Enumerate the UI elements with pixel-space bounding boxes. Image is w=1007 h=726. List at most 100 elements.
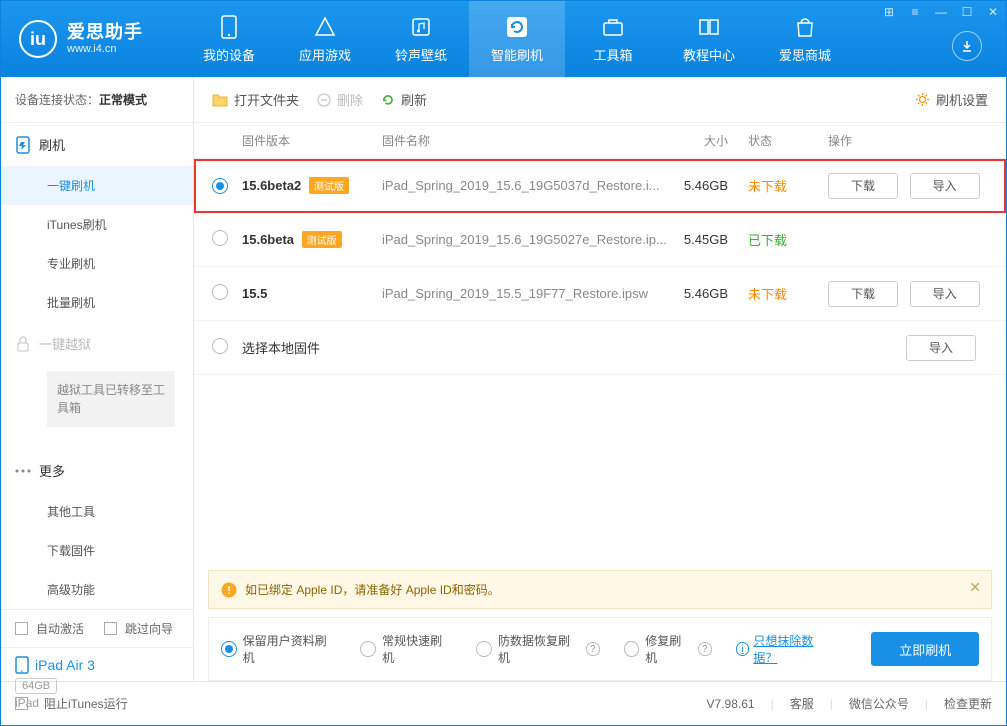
device-storage: 64GB xyxy=(15,678,57,694)
nav-toolbox[interactable]: 工具箱 xyxy=(565,1,661,77)
delete-button[interactable]: 删除 xyxy=(317,90,363,109)
nav-flash[interactable]: 智能刷机 xyxy=(469,1,565,77)
sidebar-section-jailbreak: 一键越狱 xyxy=(1,322,193,365)
header-name: 固件名称 xyxy=(382,132,668,149)
opt-anti-recovery[interactable]: 防数据恢复刷机? xyxy=(476,632,599,666)
sidebar-item-batch-flash[interactable]: 批量刷机 xyxy=(1,283,193,322)
erase-data-link[interactable]: i只想抹除数据？ xyxy=(736,632,836,666)
firmware-row[interactable]: 15.5 iPad_Spring_2019_15.5_19F77_Restore… xyxy=(194,267,1006,321)
window-controls: ⊞ ≡ — ☐ ✕ xyxy=(882,5,1000,19)
firmware-status: 未下载 xyxy=(748,176,828,195)
logo-area: iu 爱思助手 www.i4.cn xyxy=(1,20,161,58)
customer-service[interactable]: 客服 xyxy=(790,695,814,712)
open-folder-button[interactable]: 打开文件夹 xyxy=(212,90,299,109)
close-icon[interactable]: ✕ xyxy=(986,5,1000,19)
help-icon[interactable]: ? xyxy=(698,642,712,656)
app-title: 爱思助手 xyxy=(67,22,143,44)
bag-icon xyxy=(793,15,817,39)
beta-tag: 测试版 xyxy=(302,231,342,248)
block-itunes-label: 阻止iTunes运行 xyxy=(44,695,128,712)
minimize-icon[interactable]: — xyxy=(934,5,948,19)
refresh-icon xyxy=(505,15,529,39)
maximize-icon[interactable]: ☐ xyxy=(960,5,974,19)
firmware-name: iPad_Spring_2019_15.5_19F77_Restore.ipsw xyxy=(382,286,668,301)
sidebar-item-download-firmware[interactable]: 下载固件 xyxy=(1,531,193,570)
firmware-name: iPad_Spring_2019_15.6_19G5037d_Restore.i… xyxy=(382,178,668,193)
sidebar-item-other-tools[interactable]: 其他工具 xyxy=(1,492,193,531)
sidebar-item-pro-flash[interactable]: 专业刷机 xyxy=(1,244,193,283)
import-button[interactable]: 导入 xyxy=(910,173,980,199)
nav-apps[interactable]: 应用游戏 xyxy=(277,1,373,77)
header-version: 固件版本 xyxy=(242,132,382,149)
nav-tutorials[interactable]: 教程中心 xyxy=(661,1,757,77)
nav-my-device[interactable]: 我的设备 xyxy=(181,1,277,77)
local-firmware-row[interactable]: 选择本地固件 导入 xyxy=(194,321,1006,375)
block-itunes-checkbox[interactable] xyxy=(15,697,28,710)
beta-tag: 测试版 xyxy=(309,177,349,194)
check-update[interactable]: 检查更新 xyxy=(944,695,992,712)
row-radio[interactable] xyxy=(212,178,228,194)
row-radio[interactable] xyxy=(212,230,228,246)
header: iu 爱思助手 www.i4.cn 我的设备 应用游戏 铃声壁纸 智能刷机 工具… xyxy=(1,1,1006,77)
refresh-button[interactable]: 刷新 xyxy=(381,90,427,109)
grid-icon[interactable]: ⊞ xyxy=(882,5,896,19)
nav-ringtones[interactable]: 铃声壁纸 xyxy=(373,1,469,77)
skip-guide-checkbox[interactable] xyxy=(104,622,117,635)
logo-icon: iu xyxy=(19,20,57,58)
firmware-size: 5.46GB xyxy=(668,178,748,193)
auto-activate-checkbox[interactable] xyxy=(15,622,28,635)
import-button[interactable]: 导入 xyxy=(910,281,980,307)
lock-icon xyxy=(15,336,31,352)
firmware-row[interactable]: 15.6beta2 测试版 iPad_Spring_2019_15.6_19G5… xyxy=(194,159,1006,213)
main-content: 打开文件夹 删除 刷新 刷机设置 固件版本 固件名称 大小 状态 操作 xyxy=(194,77,1006,681)
sidebar-item-oneclick-flash[interactable]: 一键刷机 xyxy=(1,166,193,205)
apps-icon xyxy=(313,15,337,39)
delete-icon xyxy=(317,93,331,107)
sidebar: 设备连接状态：正常模式 刷机 一键刷机 iTunes刷机 专业刷机 批量刷机 一… xyxy=(1,77,194,681)
notice-close-icon[interactable]: ✕ xyxy=(969,579,981,596)
firmware-row[interactable]: 15.6beta 测试版 iPad_Spring_2019_15.6_19G50… xyxy=(194,213,1006,267)
opt-repair-flash[interactable]: 修复刷机? xyxy=(624,632,712,666)
row-radio[interactable] xyxy=(212,284,228,300)
tablet-icon xyxy=(15,656,29,674)
refresh-icon xyxy=(381,93,395,107)
download-button[interactable]: 下载 xyxy=(828,173,898,199)
sidebar-section-more[interactable]: 更多 xyxy=(1,449,193,492)
menu-icon[interactable]: ≡ xyxy=(908,5,922,19)
opt-keep-data[interactable]: 保留用户资料刷机 xyxy=(221,632,336,666)
firmware-status: 未下载 xyxy=(748,284,828,303)
row-radio[interactable] xyxy=(212,338,228,354)
table-header: 固件版本 固件名称 大小 状态 操作 xyxy=(194,123,1006,159)
sidebar-item-advanced[interactable]: 高级功能 xyxy=(1,570,193,609)
top-nav: 我的设备 应用游戏 铃声壁纸 智能刷机 工具箱 教程中心 爱思商城 xyxy=(181,1,853,77)
warning-icon xyxy=(221,582,237,598)
import-button[interactable]: 导入 xyxy=(906,335,976,361)
book-icon xyxy=(697,15,721,39)
toolbox-icon xyxy=(601,15,625,39)
header-status: 状态 xyxy=(748,132,828,149)
opt-normal-flash[interactable]: 常规快速刷机 xyxy=(360,632,452,666)
nav-store[interactable]: 爱思商城 xyxy=(757,1,853,77)
toolbar: 打开文件夹 删除 刷新 刷机设置 xyxy=(194,77,1006,123)
device-name[interactable]: iPad Air 3 xyxy=(15,656,179,674)
flash-settings-button[interactable]: 刷机设置 xyxy=(915,90,988,109)
firmware-status: 已下载 xyxy=(748,230,828,249)
app-version: V7.98.61 xyxy=(707,697,755,711)
connection-status: 设备连接状态：正常模式 xyxy=(1,77,193,123)
auto-activate-row: 自动激活 跳过向导 xyxy=(1,610,193,647)
notice-bar: 如已绑定 Apple ID，请准备好 Apple ID和密码。 ✕ xyxy=(208,570,992,609)
flash-section-icon xyxy=(15,137,31,153)
sidebar-item-itunes-flash[interactable]: iTunes刷机 xyxy=(1,205,193,244)
flash-options: 保留用户资料刷机 常规快速刷机 防数据恢复刷机? 修复刷机? i只想抹除数据？ … xyxy=(208,617,992,681)
gear-icon xyxy=(915,92,930,107)
download-button[interactable]: 下载 xyxy=(828,281,898,307)
folder-icon xyxy=(212,93,228,107)
download-indicator[interactable] xyxy=(952,31,982,61)
header-size: 大小 xyxy=(668,132,748,149)
more-icon xyxy=(15,463,31,479)
sidebar-section-flash[interactable]: 刷机 xyxy=(1,123,193,166)
wechat-link[interactable]: 微信公众号 xyxy=(849,695,909,712)
flash-now-button[interactable]: 立即刷机 xyxy=(871,632,979,666)
help-icon[interactable]: ? xyxy=(586,642,600,656)
music-icon xyxy=(409,15,433,39)
